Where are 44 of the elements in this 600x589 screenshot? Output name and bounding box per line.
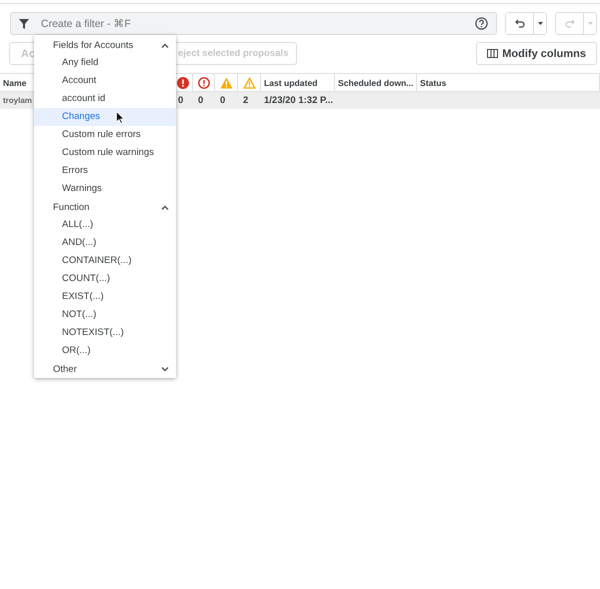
- dropdown-item[interactable]: Account: [34, 72, 176, 90]
- dropdown-item[interactable]: EXIST(...): [34, 288, 176, 306]
- table-cell: 2: [243, 95, 248, 106]
- filter-field[interactable]: Create a filter - ⌘F: [10, 12, 497, 35]
- dropdown-item[interactable]: NOTEXIST(...): [34, 324, 176, 342]
- dropdown-item[interactable]: COUNT(...): [34, 270, 176, 288]
- filter-icon: [19, 18, 29, 28]
- dropdown-item[interactable]: Errors: [34, 162, 176, 180]
- dropdown-item[interactable]: account id: [34, 90, 176, 108]
- warning-icon: [220, 76, 232, 88]
- caret-icon: [538, 22, 542, 25]
- table-cell: 0: [198, 95, 204, 106]
- table-cell: troylam: [3, 96, 32, 105]
- error-outline-icon: [198, 76, 210, 88]
- modify-columns-button[interactable]: Modify columns: [476, 42, 597, 65]
- dropdown-item[interactable]: AND(...): [34, 234, 176, 252]
- group-header[interactable]: Function: [34, 198, 176, 216]
- table-cell: 0: [220, 95, 226, 106]
- redo-icon: [564, 19, 574, 28]
- dropdown-item[interactable]: Warnings: [34, 180, 176, 198]
- columns-icon: [487, 49, 498, 58]
- undo-menu-button[interactable]: [533, 13, 546, 34]
- chevron-up-icon: [161, 204, 169, 210]
- chevron-up-icon: [161, 42, 169, 48]
- dropdown-item[interactable]: NOT(...): [34, 306, 176, 324]
- cursor-icon: [116, 111, 125, 124]
- dropdown-item[interactable]: Changes: [34, 108, 176, 126]
- undo-icon: [514, 19, 524, 28]
- dropdown-item[interactable]: OR(...): [34, 342, 176, 360]
- help-icon[interactable]: [475, 17, 488, 30]
- chevron-down-icon: [161, 366, 169, 372]
- dropdown-item[interactable]: ALL(...): [34, 216, 176, 234]
- dropdown-item[interactable]: CONTAINER(...): [34, 252, 176, 270]
- column-header[interactable]: Status: [417, 73, 600, 92]
- table-cell: 0: [178, 95, 184, 106]
- dropdown-item[interactable]: Custom rule warnings: [34, 144, 176, 162]
- dropdown-item[interactable]: Custom rule errors: [34, 126, 176, 144]
- column-header[interactable]: Last updated: [261, 73, 335, 92]
- column-header[interactable]: Scheduled down...: [335, 73, 417, 92]
- group-header[interactable]: Other: [34, 360, 176, 378]
- caret-icon: [588, 22, 592, 25]
- table-cell: 1/23/20 1:32 P...: [264, 95, 334, 106]
- filter-input: Create a filter - ⌘F: [39, 16, 465, 30]
- warning-outline-icon: [242, 76, 256, 88]
